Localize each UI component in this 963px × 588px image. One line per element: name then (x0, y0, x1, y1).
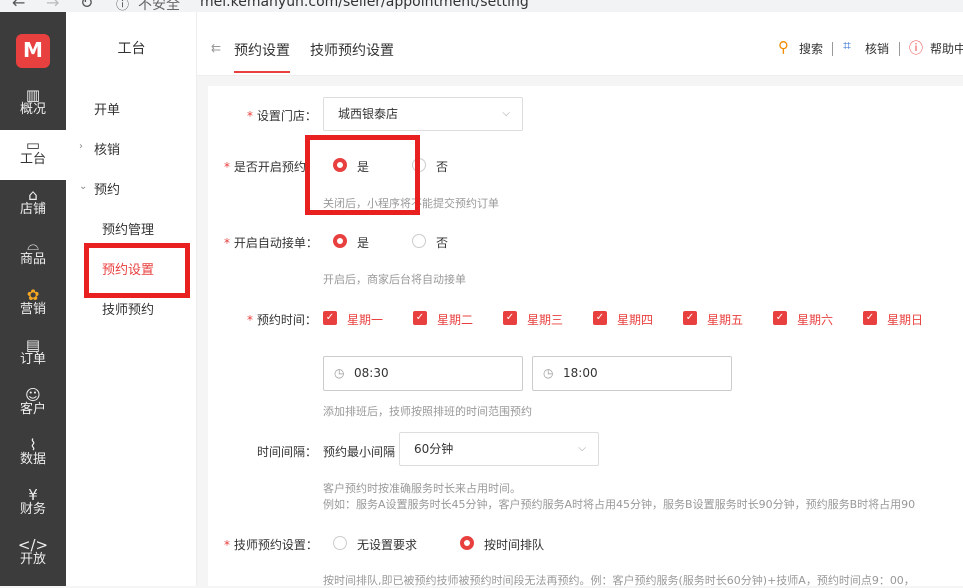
tech-none-radio[interactable] (333, 536, 347, 550)
day-label: 星期六 (797, 313, 834, 327)
tab-technician-settings[interactable]: 技师预约设置 (310, 40, 394, 60)
checkbox-monday[interactable]: ✓ (323, 311, 337, 325)
nav-goods[interactable]: ⌓ 商品 (0, 230, 66, 280)
day-label: 星期二 (437, 313, 474, 327)
chevron-down-icon: ⌵ (502, 108, 510, 119)
start-time-input[interactable]: ◷ 08:30 (323, 356, 523, 391)
subnav-item-appointment-manage[interactable]: 预约管理 (102, 219, 154, 238)
checkbox-sunday[interactable]: ✓ (863, 311, 877, 325)
collapse-icon[interactable]: ⇇ (211, 41, 221, 55)
nav-overview[interactable]: ▥ 概况 (0, 80, 66, 130)
tab-appointment-settings[interactable]: 预约设置 (234, 40, 290, 73)
search-link[interactable]: 搜索 (799, 40, 823, 57)
interval-label: 时间间隔： (257, 445, 318, 459)
interval-example: 例如：服务A设置服务时长45分钟，客户预约服务A时将占用45分钟，服务B设置服务… (323, 498, 916, 511)
chevron-right-icon: › (79, 141, 83, 152)
divider (832, 42, 833, 56)
insecure-label: 不安全 (138, 0, 180, 12)
checkbox-thursday[interactable]: ✓ (593, 311, 607, 325)
nav-data[interactable]: ⌇ 数据 (0, 430, 66, 480)
info-icon[interactable]: ⓘ (116, 0, 129, 12)
checkbox-wednesday[interactable]: ✓ (503, 311, 517, 325)
chart-icon: ▥ (25, 86, 41, 104)
checkbox-tuesday[interactable]: ✓ (413, 311, 427, 325)
header-bar: ⇇ 预约设置 技师预约设置 ⚲ 搜索 ⌗ 核销 ⓘ 帮助中 (197, 12, 963, 76)
back-icon[interactable]: ← (12, 0, 25, 12)
brand-logo[interactable]: M (16, 34, 50, 68)
subnav-title: 工台 (117, 41, 146, 57)
interval-hint: 客户预约时按准确服务时长来占用时间。 (323, 482, 521, 495)
day-label: 星期四 (617, 313, 654, 327)
monitor-icon: ▭ (25, 136, 41, 154)
subnav-item-appointment[interactable]: 预约 (94, 179, 120, 198)
auto-accept-label: * 开启自动接单： (224, 236, 318, 250)
checkbox-friday[interactable]: ✓ (683, 311, 697, 325)
help-icon[interactable]: ⓘ (909, 38, 923, 58)
enable-no-label: 否 (436, 160, 449, 174)
highlight-box (305, 135, 420, 215)
auto-yes-label: 是 (357, 236, 370, 250)
search-icon[interactable]: ⚲ (778, 38, 789, 56)
subnav-item-verify[interactable]: 核销 (94, 139, 120, 158)
nav-marketing[interactable]: ✿ 营销 (0, 280, 66, 330)
clock-icon: ◷ (543, 366, 554, 380)
tech-queue-radio[interactable] (460, 536, 474, 550)
time-label: * 预约时间： (247, 313, 317, 327)
user-icon: ☺ (25, 386, 41, 404)
code-icon: </> (17, 536, 49, 554)
verify-link[interactable]: 核销 (865, 40, 889, 57)
highlight-box (84, 243, 190, 298)
help-link[interactable]: 帮助中 (930, 40, 963, 57)
main-sidebar: M ▥ 概况 ▭ 工台 ⌂ 店铺 ⌓ 商品 ✿ 营销 ▤ 订单 ☺ 客户 ⌇ 数据 ¥ 财务 </… (0, 12, 66, 586)
chevron-down-icon: ⌄ (79, 181, 88, 192)
forward-icon[interactable]: → (46, 0, 59, 12)
scan-icon[interactable]: ⌗ (843, 38, 851, 54)
day-label: 星期日 (887, 313, 924, 327)
nav-orders[interactable]: ▤ 订单 (0, 330, 66, 380)
technician-label: * 技师预约设置： (224, 538, 318, 552)
tech-none-label: 无设置要求 (357, 538, 418, 552)
chevron-down-icon: ⌵ (578, 443, 586, 454)
finance-icon: ¥ (28, 486, 38, 504)
enable-label: * 是否开启预约： (224, 160, 318, 174)
day-label: 星期五 (707, 313, 744, 327)
store-select[interactable]: 城西银泰店 ⌵ (323, 97, 523, 131)
store-label: * 设置门店： (247, 109, 317, 123)
time-hint: 添加排班后，技师按照排班的时间范围预约 (323, 405, 532, 418)
day-label: 星期三 (527, 313, 564, 327)
marketing-icon: ✿ (26, 286, 40, 304)
interval-select[interactable]: 60分钟 ⌵ (399, 432, 599, 466)
subnav-item-billing[interactable]: 开单 (94, 99, 120, 118)
browser-bar: ← → ↻ ⓘ 不安全 mei.kemanyun.com/seller/appo… (0, 0, 963, 12)
clock-icon: ◷ (334, 366, 345, 380)
day-label: 星期一 (347, 313, 384, 327)
nav-customers[interactable]: ☺ 客户 (0, 380, 66, 430)
address-bar[interactable]: mei.kemanyun.com/seller/appointment/sett… (200, 0, 529, 10)
nav-store[interactable]: ⌂ 店铺 (0, 180, 66, 230)
reload-icon[interactable]: ↻ (80, 0, 93, 12)
divider (899, 42, 900, 56)
subnav-item-technician-appointment[interactable]: 技师预约 (102, 299, 154, 318)
bag-icon: ⌓ (27, 236, 39, 254)
auto-no-label: 否 (436, 236, 449, 250)
order-icon: ▤ (25, 336, 41, 354)
tech-queue-label: 按时间排队 (484, 538, 545, 552)
data-icon: ⌇ (29, 436, 37, 454)
nav-open[interactable]: </> 开放 (0, 530, 66, 580)
secondary-sidebar: 工台 开单 › 核销 ⌄ 预约 预约管理 预约设置 技师预约 (66, 12, 197, 586)
auto-yes-radio[interactable] (333, 234, 347, 248)
checkbox-saturday[interactable]: ✓ (773, 311, 787, 325)
nav-finance[interactable]: ¥ 财务 (0, 480, 66, 530)
end-time-input[interactable]: ◷ 18:00 (532, 356, 732, 391)
auto-no-radio[interactable] (412, 234, 426, 248)
store-icon: ⌂ (28, 186, 38, 204)
auto-hint: 开启后，商家后台将自动接单 (323, 273, 466, 286)
nav-workbench[interactable]: ▭ 工台 (0, 130, 66, 180)
interval-prefix: 预约最小间隔 (323, 445, 396, 459)
